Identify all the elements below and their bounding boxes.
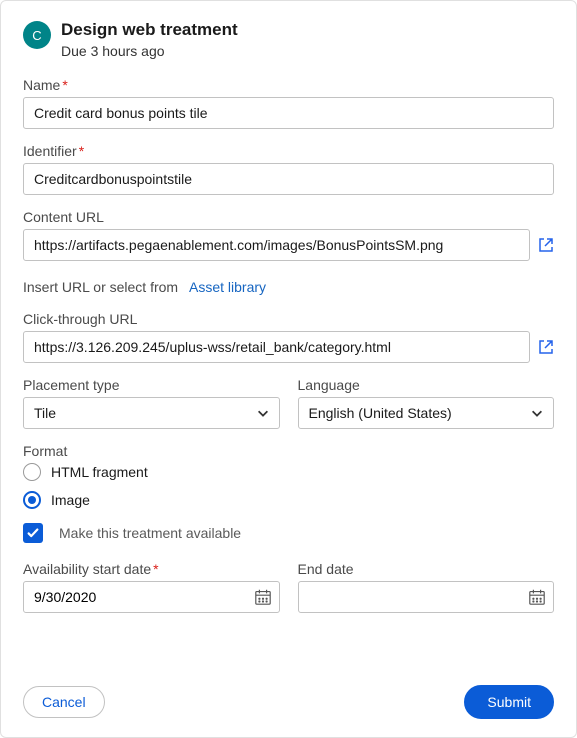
name-label: Name* xyxy=(23,77,554,93)
start-date-input[interactable] xyxy=(23,581,280,613)
field-name: Name* xyxy=(23,77,554,129)
form-card: C Design web treatment Due 3 hours ago N… xyxy=(0,0,577,738)
required-asterisk: * xyxy=(153,561,158,577)
required-asterisk: * xyxy=(62,77,67,93)
external-link-icon[interactable] xyxy=(538,237,554,253)
placement-label: Placement type xyxy=(23,377,280,393)
field-start-date: Availability start date* xyxy=(23,561,280,613)
format-option-html[interactable]: HTML fragment xyxy=(23,463,554,481)
required-asterisk: * xyxy=(79,143,84,159)
available-checkbox[interactable] xyxy=(23,523,43,543)
click-url-label: Click-through URL xyxy=(23,311,554,327)
asset-library-link[interactable]: Asset library xyxy=(189,279,266,295)
placement-select[interactable]: Tile xyxy=(23,397,280,429)
asset-hint-prefix: Insert URL or select from xyxy=(23,279,178,295)
submit-button[interactable]: Submit xyxy=(464,685,554,719)
calendar-icon[interactable] xyxy=(254,588,272,606)
identifier-label: Identifier* xyxy=(23,143,554,159)
radio-image[interactable] xyxy=(23,491,41,509)
end-date-label: End date xyxy=(298,561,555,577)
format-label: Format xyxy=(23,443,554,459)
end-date-input[interactable] xyxy=(298,581,555,613)
language-label: Language xyxy=(298,377,555,393)
field-placement: Placement type Tile xyxy=(23,377,280,429)
field-language: Language English (United States) xyxy=(298,377,555,429)
field-end-date: End date xyxy=(298,561,555,613)
check-icon xyxy=(26,526,40,540)
radio-html[interactable] xyxy=(23,463,41,481)
language-select[interactable]: English (United States) xyxy=(298,397,555,429)
asset-hint: Insert URL or select from Asset library xyxy=(23,279,554,295)
content-url-label: Content URL xyxy=(23,209,554,225)
content-url-input[interactable] xyxy=(23,229,530,261)
name-input[interactable] xyxy=(23,97,554,129)
format-option-image[interactable]: Image xyxy=(23,491,554,509)
start-date-label-text: Availability start date xyxy=(23,561,151,577)
footer: Cancel Submit xyxy=(23,685,554,719)
available-label: Make this treatment available xyxy=(59,525,241,541)
field-identifier: Identifier* xyxy=(23,143,554,195)
available-row[interactable]: Make this treatment available xyxy=(23,523,554,543)
radio-html-label: HTML fragment xyxy=(51,464,148,480)
field-content-url: Content URL xyxy=(23,209,554,261)
header: C Design web treatment Due 3 hours ago xyxy=(23,19,554,59)
spacer xyxy=(23,627,554,677)
calendar-icon[interactable] xyxy=(528,588,546,606)
start-date-label: Availability start date* xyxy=(23,561,280,577)
page-title: Design web treatment xyxy=(61,19,554,41)
identifier-input[interactable] xyxy=(23,163,554,195)
header-text: Design web treatment Due 3 hours ago xyxy=(61,19,554,59)
field-click-url: Click-through URL xyxy=(23,311,554,363)
click-url-input[interactable] xyxy=(23,331,530,363)
identifier-label-text: Identifier xyxy=(23,143,77,159)
name-label-text: Name xyxy=(23,77,60,93)
cancel-button[interactable]: Cancel xyxy=(23,686,105,718)
due-subtitle: Due 3 hours ago xyxy=(61,43,554,59)
radio-image-label: Image xyxy=(51,492,90,508)
field-format: Format HTML fragment Image xyxy=(23,443,554,509)
avatar: C xyxy=(23,21,51,49)
external-link-icon[interactable] xyxy=(538,339,554,355)
